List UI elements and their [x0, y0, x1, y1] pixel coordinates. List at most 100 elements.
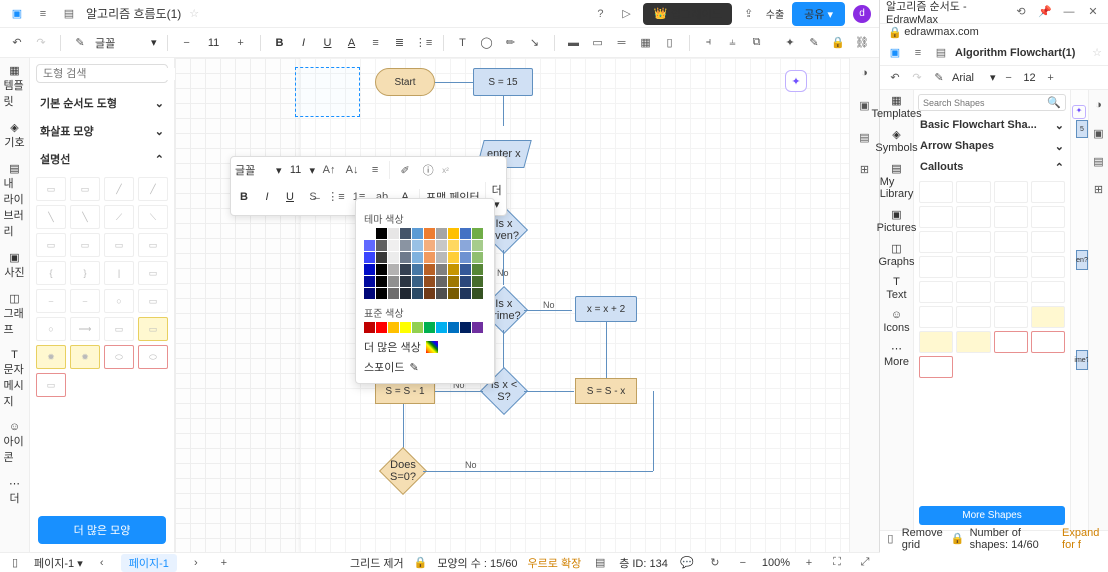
menu-icon[interactable]: ≡ [34, 5, 52, 23]
connector-icon[interactable]: ↘ [526, 34, 544, 52]
add-page-icon[interactable]: + [215, 554, 233, 572]
shape-thumb[interactable] [994, 206, 1028, 228]
section-callouts[interactable]: Callouts⌃ [914, 157, 1070, 178]
more-colors-button[interactable]: 더 많은 색상 [364, 339, 486, 355]
color-swatch[interactable] [364, 288, 375, 299]
fit-icon[interactable]: ⛶ [828, 554, 846, 572]
shape-thumb[interactable] [919, 306, 953, 328]
play-icon[interactable]: ▷ [617, 5, 635, 23]
fc-connector[interactable] [403, 404, 404, 452]
fc-connector[interactable] [435, 82, 473, 83]
increase-font-icon[interactable]: A↑ [320, 161, 338, 179]
underline-icon[interactable]: U [319, 34, 337, 52]
shape-search-input[interactable] [923, 98, 1047, 108]
star-icon[interactable]: ☆ [1092, 46, 1102, 59]
bold-icon[interactable]: B [235, 188, 253, 206]
shape-thumb[interactable]: ╱ [104, 177, 134, 201]
fc-connector[interactable] [435, 391, 483, 392]
shape-thumb[interactable] [1031, 256, 1065, 278]
shape-search[interactable]: 🔍 [918, 94, 1066, 111]
align-icon[interactable]: ≡ [366, 161, 384, 179]
fill-icon[interactable]: ▬ [565, 34, 583, 52]
font-select[interactable] [95, 37, 145, 49]
color-swatch[interactable] [412, 228, 423, 239]
color-swatch[interactable] [472, 288, 483, 299]
brush-icon[interactable]: ✎ [71, 34, 89, 52]
shape-thumb[interactable]: ▭ [36, 373, 66, 397]
shape-thumb[interactable]: ╲ [70, 205, 100, 229]
color-swatch[interactable] [424, 276, 435, 287]
color-swatch[interactable] [448, 240, 459, 251]
app-logo-icon[interactable]: ▣ [8, 5, 26, 23]
table-icon[interactable]: ▦ [637, 34, 655, 52]
fc-connector[interactable] [423, 471, 653, 472]
theme-icon[interactable]: ◑ [856, 64, 874, 82]
section-basic[interactable]: 기본 순서도 도형⌄ [30, 89, 174, 117]
text-tool-icon[interactable]: T [454, 34, 472, 52]
color-swatch[interactable] [424, 252, 435, 263]
font-select[interactable] [952, 72, 986, 84]
upgrade-button[interactable]: 👑업그레이드 [643, 3, 731, 25]
shape-thumb[interactable]: ▭ [36, 177, 66, 201]
redo-icon[interactable]: ↷ [908, 69, 926, 87]
shape-thumb[interactable]: ✹ [70, 345, 100, 369]
section-arrow[interactable]: 화살표 모양⌄ [30, 117, 174, 145]
search-icon[interactable]: 🔍 [1047, 96, 1061, 109]
rail-pictures[interactable]: ▣Pictures [877, 208, 917, 234]
color-swatch[interactable] [364, 252, 375, 263]
prev-page-icon[interactable]: ‹ [93, 554, 111, 572]
color-swatch[interactable] [472, 252, 483, 263]
shape-thumb[interactable] [994, 306, 1028, 328]
fc-xplus2[interactable]: x = x + 2 [575, 296, 637, 322]
shape-thumb[interactable] [1031, 206, 1065, 228]
avatar[interactable]: d [853, 5, 871, 23]
rail-more[interactable]: ⋯더 [4, 477, 26, 506]
shape-thumb[interactable]: | [104, 261, 134, 285]
fc-sminusx[interactable]: S = S - x [575, 378, 637, 404]
line-spacing-icon[interactable]: ≣ [391, 34, 409, 52]
layout-icon[interactable]: ▣ [1090, 124, 1108, 142]
fc-connector[interactable] [524, 391, 574, 392]
group-icon[interactable]: ⧉ [748, 34, 766, 52]
layer-icon[interactable]: ▤ [591, 554, 609, 572]
color-swatch[interactable] [412, 240, 423, 251]
shape-thumb[interactable]: ▭ [104, 233, 134, 257]
help-icon[interactable]: ? [591, 5, 609, 23]
color-swatch[interactable] [412, 322, 423, 333]
canvas-area[interactable]: ✦ Start S = 15 enter x Is x even? No Is … [175, 58, 849, 552]
more-shapes-button[interactable]: More Shapes [919, 506, 1065, 525]
superscript-icon[interactable]: x² [442, 166, 449, 175]
color-swatch[interactable] [388, 252, 399, 263]
color-swatch[interactable] [424, 228, 435, 239]
comment-icon[interactable]: 💬 [678, 554, 696, 572]
shape-thumb[interactable]: } [70, 261, 100, 285]
color-swatch[interactable] [412, 276, 423, 287]
app-logo-icon[interactable]: ▣ [886, 44, 904, 62]
color-swatch[interactable] [400, 252, 411, 263]
color-swatch[interactable] [436, 240, 447, 251]
grid-icon[interactable]: ⊞ [856, 160, 874, 178]
color-swatch[interactable] [448, 322, 459, 333]
doc-title[interactable]: Algorithm Flowchart(1) [955, 47, 1087, 59]
shape-thumb[interactable] [919, 206, 953, 228]
color-swatch[interactable] [364, 264, 375, 275]
align-obj-icon[interactable]: ⫞ [700, 34, 718, 52]
undo-icon[interactable]: ↶ [886, 69, 904, 87]
rail-icons[interactable]: ☺Icons [883, 309, 909, 334]
font-color-icon[interactable]: A [343, 34, 361, 52]
shape-thumb[interactable] [994, 256, 1028, 278]
export-icon[interactable]: ⇪ [740, 5, 758, 23]
rail-graphs[interactable]: ◫그래프 [4, 292, 26, 337]
shape-thumb[interactable] [994, 281, 1028, 303]
shape-tool-icon[interactable]: ◯ [478, 34, 496, 52]
shape-thumb[interactable]: ○ [104, 289, 134, 313]
shape-thumb[interactable] [956, 331, 990, 353]
next-page-icon[interactable]: › [187, 554, 205, 572]
shape-thumb[interactable] [919, 256, 953, 278]
shape-thumb[interactable] [994, 331, 1028, 353]
color-swatch[interactable] [400, 228, 411, 239]
color-swatch[interactable] [400, 240, 411, 251]
shape-thumb[interactable]: ○ [36, 317, 66, 341]
font-size[interactable] [202, 37, 226, 49]
align-icon[interactable]: ≡ [367, 34, 385, 52]
